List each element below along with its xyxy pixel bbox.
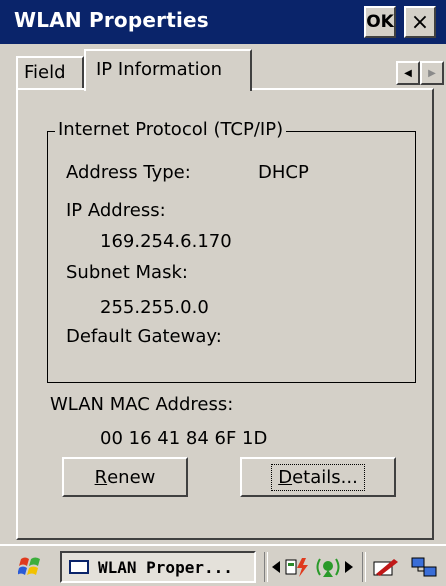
tab-field[interactable]: Field [16, 56, 84, 89]
start-windows-icon[interactable] [18, 555, 44, 579]
groupbox-title: Internet Protocol (TCP/IP) [55, 119, 287, 140]
mac-address-value: 00 16 41 84 6F 1D [100, 428, 268, 449]
arrow-left-icon: ◀ [404, 67, 412, 79]
tray-separator [362, 552, 366, 582]
close-button[interactable]: × [404, 6, 436, 38]
details-button[interactable]: Details... [240, 457, 396, 497]
address-type-value: DHCP [258, 162, 309, 183]
network-icon[interactable] [410, 556, 440, 578]
wireless-signal-icon[interactable] [314, 556, 342, 578]
default-gateway-label: Default Gateway: [66, 326, 222, 347]
tab-strip: Field IP Information ◀ ▶ [0, 44, 446, 91]
subnet-mask-value: 255.255.0.0 [100, 297, 209, 318]
tab-scroll-left-button[interactable]: ◀ [396, 61, 420, 85]
arrow-right-icon[interactable] [342, 556, 356, 578]
task-wlan-properties[interactable]: WLAN Proper... [60, 551, 256, 583]
wlan-status-icon[interactable] [284, 556, 314, 578]
arrow-left-icon[interactable] [268, 556, 284, 578]
window-title: WLAN Properties [14, 8, 209, 32]
details-accel: D [278, 466, 293, 488]
app-icon [69, 560, 89, 574]
ip-address-label: IP Address: [66, 200, 166, 221]
address-type-label: Address Type: [66, 162, 191, 183]
renew-button[interactable]: Renew [62, 457, 188, 497]
details-focus-rect: Details... [271, 463, 365, 491]
renew-accel: R [94, 466, 108, 488]
pen-icon[interactable] [372, 556, 402, 578]
renew-label: enew [107, 466, 156, 488]
ip-address-value: 169.254.6.170 [100, 231, 232, 252]
tab-scroll-right-button[interactable]: ▶ [420, 61, 444, 85]
title-bar: WLAN Properties OK × [0, 0, 446, 44]
subnet-mask-label: Subnet Mask: [66, 262, 188, 283]
ok-button[interactable]: OK [364, 6, 396, 38]
task-label: WLAN Proper... [98, 558, 233, 577]
mac-address-label: WLAN MAC Address: [50, 394, 234, 415]
tab-ip-information[interactable]: IP Information [84, 49, 252, 91]
arrow-right-icon: ▶ [428, 67, 436, 79]
taskbar: WLAN Proper... [0, 544, 446, 586]
details-label: etails... [292, 466, 358, 488]
